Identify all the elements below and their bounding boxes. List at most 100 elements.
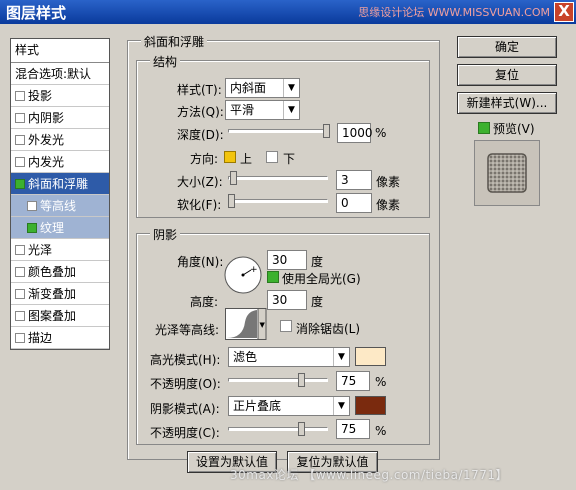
global-light-label: 使用全局光(G) [282,272,361,286]
soften-unit: 像素 [376,198,401,212]
highlight-opacity-thumb[interactable] [298,373,305,387]
style-item-checkbox[interactable] [15,156,25,167]
size-input[interactable]: 3 [336,170,372,190]
soften-label: 软化(F): [177,198,222,212]
highlight-mode-select[interactable]: 滤色 ▼ [228,347,350,367]
technique-select[interactable]: 平滑 ▼ [225,100,300,120]
style-item-label: 斜面和浮雕 [28,177,89,191]
ok-button[interactable]: 确定 [457,36,557,58]
shadow-opacity-input[interactable]: 75 [336,419,370,439]
style-item-checkbox[interactable] [27,200,37,211]
style-list-item[interactable]: 光泽 [11,239,109,261]
style-item-checkbox[interactable] [15,112,25,123]
highlight-opacity-value: 75 [341,374,357,388]
angle-unit: 度 [311,255,324,269]
style-list-item[interactable]: 斜面和浮雕 [11,173,109,195]
soften-slider[interactable] [228,199,328,203]
size-slider[interactable] [228,176,328,180]
soften-input[interactable]: 0 [336,193,372,213]
bevel-emboss-title: 斜面和浮雕 [141,33,208,50]
style-item-checkbox[interactable] [15,178,25,189]
highlight-opacity-label: 不透明度(O): [150,377,221,391]
blending-options-label: 混合选项:默认 [15,67,92,81]
depth-input[interactable]: 1000 [337,123,373,143]
watermark-bottom: 30max论坛 【www.lineeg.com/tieba/1771】 [230,468,509,482]
new-style-button[interactable]: 新建样式(W)... [457,92,557,114]
gloss-contour-label: 光泽等高线: [155,323,220,337]
shadow-opacity-value: 75 [341,422,357,436]
size-label: 大小(Z): [177,175,223,189]
technique-select-value: 平滑 [230,103,255,117]
chevron-down-icon: ▼ [283,101,299,119]
global-light-checkbox[interactable] [267,271,279,283]
svg-text:▼: ▼ [260,321,266,329]
style-item-checkbox[interactable] [15,266,25,277]
style-list-item[interactable]: 内发光 [11,151,109,173]
style-item-checkbox[interactable] [15,134,25,145]
style-item-checkbox[interactable] [15,310,25,321]
styles-header[interactable]: 样式 [11,39,109,63]
style-item-checkbox[interactable] [15,90,25,101]
style-item-label: 图案叠加 [28,309,77,323]
style-item-checkbox[interactable] [15,288,25,299]
gloss-contour-picker[interactable]: ▼ [225,308,267,340]
direction-down-label: 下 [283,152,296,166]
soften-slider-thumb[interactable] [228,194,235,208]
style-list-item[interactable]: 纹理 [11,217,109,239]
style-list-item[interactable]: 颜色叠加 [11,261,109,283]
style-list-item[interactable]: 内阴影 [11,107,109,129]
direction-up-label: 上 [240,152,253,166]
style-item-label: 外发光 [28,133,65,147]
altitude-input[interactable]: 30 [267,290,307,310]
reset-button[interactable]: 复位 [457,64,557,86]
angle-input[interactable]: 30 [267,250,307,270]
style-item-label: 投影 [28,89,53,103]
shadow-opacity-label: 不透明度(C): [150,426,220,440]
title-bar[interactable]: 图层样式 思缘设计论坛 WWW.MISSVUAN.COM X [0,0,576,24]
style-list-item[interactable]: 描边 [11,327,109,349]
style-item-label: 内发光 [28,155,65,169]
soften-value: 0 [341,196,349,210]
style-list-item[interactable]: 投影 [11,85,109,107]
chevron-down-icon: ▼ [333,348,349,366]
preview-checkbox[interactable] [478,122,490,134]
style-item-checkbox[interactable] [15,332,25,343]
watermark-top: 思缘设计论坛 WWW.MISSVUAN.COM [358,6,550,19]
style-list-item[interactable]: 图案叠加 [11,305,109,327]
highlight-opacity-slider[interactable] [228,378,328,382]
style-item-checkbox[interactable] [15,244,25,255]
style-list-item[interactable]: 外发光 [11,129,109,151]
style-item-checkbox[interactable] [27,222,37,233]
style-select[interactable]: 内斜面 ▼ [225,78,300,98]
anti-aliased-checkbox[interactable] [280,320,292,332]
angle-label: 角度(N): [177,255,224,269]
style-list-item[interactable]: 等高线 [11,195,109,217]
shadow-mode-select[interactable]: 正片叠底 ▼ [228,396,350,416]
angle-dial[interactable]: + [223,255,263,295]
depth-slider-thumb[interactable] [323,124,330,138]
styles-header-label: 样式 [15,43,40,57]
style-item-label: 颜色叠加 [28,265,77,279]
shadow-opacity-slider[interactable] [228,427,328,431]
depth-label: 深度(D): [177,128,224,142]
shadow-mode-label: 阴影模式(A): [150,402,220,416]
anti-aliased-label: 消除锯齿(L) [296,322,361,336]
highlight-mode-label: 高光模式(H): [150,353,221,367]
size-slider-thumb[interactable] [230,171,237,185]
depth-slider[interactable] [228,129,330,133]
highlight-color-swatch[interactable] [355,347,386,366]
style-item-label: 描边 [28,331,53,345]
altitude-label: 高度: [190,295,219,309]
highlight-mode-value: 滤色 [233,350,258,364]
shadow-mode-value: 正片叠底 [233,399,282,413]
close-button[interactable]: X [554,2,574,22]
style-list-item[interactable]: 渐变叠加 [11,283,109,305]
direction-up-radio[interactable] [224,151,236,163]
window-title: 图层样式 [6,4,67,22]
shadow-color-swatch[interactable] [355,396,386,415]
shading-title: 阴影 [150,226,181,243]
highlight-opacity-input[interactable]: 75 [336,371,370,391]
shadow-opacity-thumb[interactable] [298,422,305,436]
direction-down-radio[interactable] [266,151,278,163]
blending-options-item[interactable]: 混合选项:默认 [11,63,109,85]
